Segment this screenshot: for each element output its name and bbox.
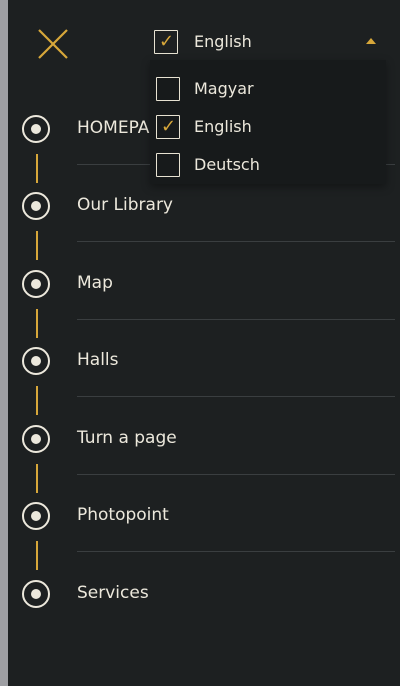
language-checkbox[interactable] — [156, 153, 180, 177]
selected-language-label: English — [194, 32, 252, 51]
language-option-label: English — [194, 117, 252, 136]
timeline-connector — [36, 541, 38, 570]
nav-divider — [77, 319, 395, 320]
nav-item-map[interactable]: Map — [8, 260, 400, 308]
nav-item-turn-a-page[interactable]: Turn a page — [8, 415, 400, 463]
language-option-label: Magyar — [194, 79, 254, 98]
timeline-node-icon — [22, 115, 50, 143]
close-x-icon — [38, 29, 68, 59]
caret-up-icon[interactable] — [366, 38, 376, 44]
language-option-magyar[interactable]: Magyar — [150, 72, 386, 108]
nav-item-label: Photopoint — [77, 505, 169, 525]
nav-divider — [77, 396, 395, 397]
nav-item-label: Turn a page — [77, 428, 177, 448]
timeline-connector — [36, 386, 38, 415]
checkmark-icon: ✓ — [159, 31, 175, 52]
language-checkbox[interactable]: ✓ — [154, 30, 178, 54]
timeline-connector — [36, 464, 38, 493]
checkmark-icon: ✓ — [161, 116, 177, 137]
language-dropdown: Magyar ✓ English Deutsch — [150, 60, 386, 184]
timeline-node-icon — [22, 192, 50, 220]
nav-item-services[interactable]: Services — [8, 570, 400, 618]
timeline-node-icon — [22, 425, 50, 453]
timeline-connector — [36, 154, 38, 183]
side-menu-panel: HOMEPAGE Our Library Map Halls Turn a pa… — [8, 0, 400, 686]
close-menu-button[interactable] — [36, 27, 70, 61]
nav-item-halls[interactable]: Halls — [8, 337, 400, 385]
timeline-connector — [36, 309, 38, 338]
timeline-connector — [36, 231, 38, 260]
nav-divider — [77, 474, 395, 475]
nav-divider — [77, 551, 395, 552]
language-checkbox[interactable]: ✓ — [156, 115, 180, 139]
nav-item-label: Halls — [77, 350, 119, 370]
nav-item-our-library[interactable]: Our Library — [8, 182, 400, 230]
timeline-node-icon — [22, 502, 50, 530]
language-option-deutsch[interactable]: Deutsch — [150, 148, 386, 184]
language-selector[interactable]: ✓ English — [154, 27, 384, 57]
language-option-label: Deutsch — [194, 155, 260, 174]
timeline-node-icon — [22, 270, 50, 298]
nav-item-label: Map — [77, 273, 113, 293]
timeline-node-icon — [22, 580, 50, 608]
nav-item-label: Services — [77, 583, 149, 603]
nav-divider — [77, 241, 395, 242]
timeline-node-icon — [22, 347, 50, 375]
language-option-english[interactable]: ✓ English — [150, 110, 386, 146]
language-checkbox[interactable] — [156, 77, 180, 101]
nav-item-photopoint[interactable]: Photopoint — [8, 492, 400, 540]
nav-item-label: Our Library — [77, 195, 173, 215]
